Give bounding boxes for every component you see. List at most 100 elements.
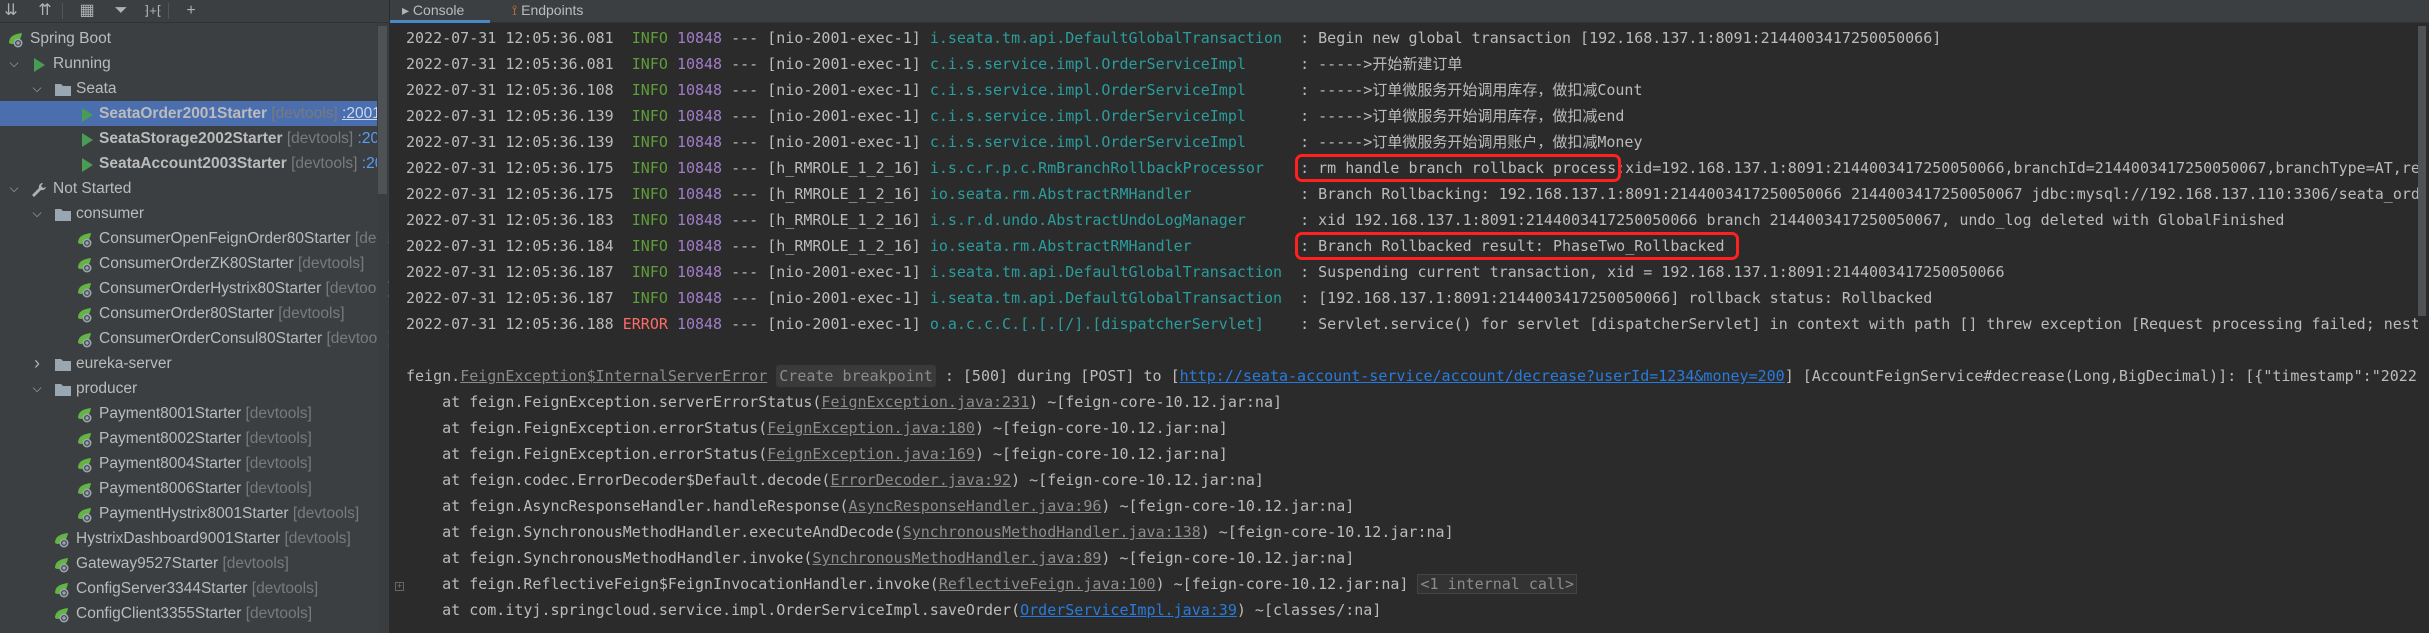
log-logger: io.seata.rm.AbstractRMHandler bbox=[929, 237, 1192, 255]
tree-item[interactable]: ConsumerOrderHystrix80Starter [devtools] bbox=[0, 276, 389, 301]
tree-item[interactable]: SeataOrder2001Starter [devtools] :2001 bbox=[0, 101, 381, 126]
devtools-tag: [devtools] bbox=[291, 155, 358, 172]
tab-console[interactable]: ▸ Console bbox=[390, 0, 490, 23]
services-tree: Spring Boot ⌵ Running ⌵ Seata SeataOrder2001S… bbox=[0, 26, 389, 626]
stack-method: feign.SynchronousMethodHandler.executeAn… bbox=[469, 523, 894, 541]
tree-item[interactable]: › eureka-server bbox=[0, 351, 378, 376]
log-logger: c.i.s.service.impl.OrderServiceImpl bbox=[929, 107, 1246, 125]
endpoints-icon: ⟟ bbox=[512, 2, 522, 18]
stack-file-link[interactable]: AsyncResponseHandler.java:96 bbox=[849, 497, 1102, 515]
devtools-tag: [devtools] bbox=[271, 105, 338, 122]
stack-jar: feign-core-10.12.jar:na bbox=[1137, 549, 1346, 567]
stack-frame: at feign.SynchronousMethodHandler.invoke… bbox=[406, 549, 1355, 567]
group-icon[interactable]: ▦ bbox=[76, 0, 98, 22]
fold-expand-icon[interactable]: + bbox=[395, 582, 404, 591]
log-level: INFO bbox=[631, 185, 668, 203]
run-icon bbox=[31, 56, 47, 72]
devtools-tag: [devtools] bbox=[286, 130, 354, 147]
tree-item[interactable]: SeataStorage2002Starter [devtools] :20 bbox=[0, 126, 380, 151]
chevron-down-icon[interactable]: ⌵ bbox=[7, 51, 21, 76]
exception-text: : [500] during [POST] to [ bbox=[935, 367, 1180, 385]
stack-jar: feign-core-10.12.jar:na bbox=[1236, 523, 1445, 541]
filter-icon[interactable]: ⏷ bbox=[110, 0, 132, 22]
tree-item[interactable]: ConsumerOrderZK80Starter [devtools] bbox=[0, 251, 378, 276]
tree-item[interactable]: ⌵ consumer bbox=[0, 201, 378, 226]
tab-label: Endpoints bbox=[521, 2, 584, 18]
log-timestamp: 2022-07-31 12:05:36.081 bbox=[406, 29, 614, 47]
exception-class-link[interactable]: FeignException$InternalServerError bbox=[460, 367, 767, 385]
tree-item-label: HystrixDashboard9001Starter bbox=[76, 530, 281, 547]
add-icon[interactable]: + bbox=[180, 0, 202, 22]
tree-item[interactable]: ⌵ Not Started bbox=[0, 176, 378, 201]
stack-method: com.ityj.springcloud.service.impl.OrderS… bbox=[469, 601, 1012, 619]
stack-file-link[interactable]: ReflectiveFeign.java:100 bbox=[939, 575, 1156, 593]
tree-item[interactable]: Payment8001Starter [devtools] bbox=[0, 401, 378, 426]
tree-item[interactable]: Spring Boot bbox=[0, 26, 378, 51]
chevron-down-icon[interactable]: ⌵ bbox=[7, 176, 21, 201]
tree-scrollbar-thumb[interactable] bbox=[378, 26, 387, 194]
tree-item-label: ConfigServer3344Starter bbox=[76, 580, 248, 597]
tree-item[interactable]: ConsumerOrder80Starter [devtools] bbox=[0, 301, 378, 326]
port-link[interactable]: :2001 bbox=[342, 105, 381, 122]
log-message: Servlet.service() for servlet [dispatche… bbox=[1318, 315, 2418, 333]
tree-item-label-group: SeataAccount2003Starter [devtools] :20 bbox=[99, 151, 383, 176]
tree-item-label-group: ConfigServer3344Starter [devtools] bbox=[76, 576, 318, 601]
tree-item[interactable]: Payment8004Starter [devtools] bbox=[0, 451, 378, 476]
spring-boot-icon bbox=[77, 431, 93, 448]
exception-line: feign.FeignException$InternalServerError… bbox=[406, 363, 2418, 389]
tree-item[interactable]: ConfigServer3344Starter [devtools] bbox=[0, 576, 378, 601]
tree-item[interactable]: SeataAccount2003Starter [devtools] :20 bbox=[0, 151, 383, 176]
tree-item[interactable]: Payment8006Starter [devtools] bbox=[0, 476, 378, 501]
tree-item[interactable]: ConsumerOpenFeignOrder80Starter [devtool… bbox=[0, 226, 389, 251]
chevron-down-icon[interactable]: ⌵ bbox=[30, 201, 44, 226]
stack-file-link[interactable]: FeignException.java:231 bbox=[821, 393, 1029, 411]
request-url-link[interactable]: http://seata-account-service/account/dec… bbox=[1180, 367, 1785, 385]
stack-file-link[interactable]: SynchronousMethodHandler.java:89 bbox=[812, 549, 1101, 567]
exception-prefix: feign. bbox=[406, 367, 461, 385]
stack-jar: feign-core-10.12.jar:na bbox=[1047, 471, 1255, 489]
tree-item[interactable]: ConfigClient3355Starter [devtools] bbox=[0, 601, 378, 626]
tree-item[interactable]: Payment8002Starter [devtools] bbox=[0, 426, 378, 451]
tab-endpoints[interactable]: ⟟ Endpoints bbox=[500, 0, 600, 23]
log-thread: [nio-2001-exec-1] bbox=[767, 107, 921, 125]
stack-method: feign.FeignException.errorStatus bbox=[469, 419, 759, 437]
stack-file-link[interactable]: FeignException.java:169 bbox=[767, 445, 975, 463]
tree-item[interactable]: Gateway9527Starter [devtools] bbox=[0, 551, 378, 576]
tree-item[interactable]: PaymentHystrix8001Starter [devtools] bbox=[0, 501, 378, 526]
log-logger: i.seata.tm.api.DefaultGlobalTransaction bbox=[929, 263, 1283, 281]
devtools-tag: [devtools] bbox=[292, 505, 360, 522]
tree-item-label-group: Payment8002Starter [devtools] bbox=[99, 426, 312, 451]
console-scrollbar-thumb[interactable] bbox=[2418, 26, 2426, 316]
tree-item[interactable]: ConsumerOrderConsul80Starter [devtools] bbox=[0, 326, 389, 351]
chevron-right-icon[interactable]: › bbox=[30, 351, 44, 376]
tree-item[interactable]: ⌵ Running bbox=[0, 51, 378, 76]
add-configuration-icon[interactable]: ⁆+⁅ bbox=[140, 0, 166, 22]
log-pid: 10848 bbox=[676, 263, 723, 281]
tree-item[interactable]: ⌵ Seata bbox=[0, 76, 378, 101]
expand-all-icon[interactable]: ⇊ bbox=[0, 0, 22, 22]
chevron-down-icon[interactable]: ⌵ bbox=[30, 376, 44, 401]
log-timestamp: 2022-07-31 12:05:36.175 bbox=[406, 159, 614, 177]
run-icon bbox=[79, 106, 95, 122]
stack-frame: at feign.AsyncResponseHandler.handleResp… bbox=[406, 497, 1355, 515]
collapse-all-icon[interactable]: ⇈ bbox=[34, 0, 56, 22]
chevron-down-icon[interactable]: ⌵ bbox=[30, 76, 44, 101]
log-level: INFO bbox=[631, 211, 668, 229]
stack-file-link[interactable]: OrderServiceImpl.java:39 bbox=[1020, 601, 1237, 619]
tree-item-label: eureka-server bbox=[76, 355, 172, 372]
tree-item[interactable]: ⌵ producer bbox=[0, 376, 378, 401]
console-output[interactable]: 2022-07-31 12:05:36.081 INFO 10848 --- [… bbox=[390, 23, 2418, 633]
log-timestamp: 2022-07-31 12:05:36.108 bbox=[406, 81, 614, 99]
stack-file-link[interactable]: FeignException.java:180 bbox=[767, 419, 975, 437]
internal-calls-fold[interactable]: <1 internal call> bbox=[1417, 574, 1578, 594]
log-message: Branch Rollbacking: 192.168.137.1:8091:2… bbox=[1318, 185, 2418, 203]
log-line: 2022-07-31 12:05:36.139 INFO 10848 --- [… bbox=[406, 107, 1625, 125]
create-breakpoint-tooltip[interactable]: Create breakpoint bbox=[776, 365, 936, 387]
log-level: INFO bbox=[631, 159, 668, 177]
log-level: INFO bbox=[631, 263, 668, 281]
highlighted-message: : rm handle branch rollback process bbox=[1295, 154, 1622, 182]
stack-file-link[interactable]: SynchronousMethodHandler.java:138 bbox=[903, 523, 1201, 541]
tree-item[interactable]: HystrixDashboard9001Starter [devtools] bbox=[0, 526, 378, 551]
stack-file-link[interactable]: ErrorDecoder.java:92 bbox=[830, 471, 1011, 489]
port-link[interactable]: :20 bbox=[358, 130, 380, 147]
